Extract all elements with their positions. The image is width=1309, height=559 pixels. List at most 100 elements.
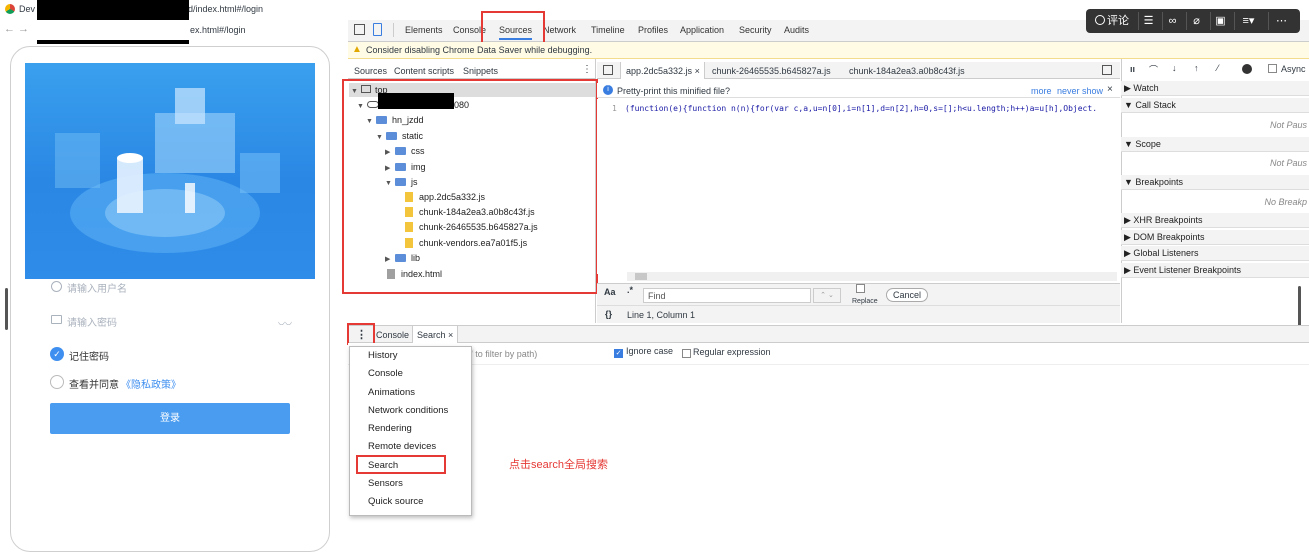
- menu-item-rendering[interactable]: Rendering: [368, 421, 412, 437]
- menu-item-sensors[interactable]: Sensors: [368, 476, 403, 492]
- comment-button[interactable]: 评论: [1090, 12, 1134, 30]
- section-watch[interactable]: ▶ Watch: [1121, 81, 1309, 96]
- pretty-print-icon[interactable]: {}: [605, 309, 612, 319]
- step-over-icon[interactable]: ⌒: [1149, 63, 1158, 76]
- notes-icon[interactable]: ☰: [1138, 12, 1158, 30]
- replace-checkbox[interactable]: [856, 284, 865, 293]
- nav-tab-snippets[interactable]: Snippets: [463, 66, 498, 76]
- menu-item-console[interactable]: Console: [368, 366, 403, 382]
- panel-resize-handle[interactable]: [1298, 286, 1301, 330]
- tab-elements[interactable]: Elements: [405, 25, 443, 35]
- deactivate-breakpoints-icon[interactable]: ⁄: [1217, 63, 1219, 73]
- close-icon[interactable]: ×: [695, 66, 700, 76]
- tree-folder-hn-jzdd[interactable]: ▼ hn_jzdd: [366, 113, 424, 127]
- section-global-listeners[interactable]: ▶ Global Listeners: [1121, 246, 1309, 261]
- menu-item-network-conditions[interactable]: Network conditions: [368, 403, 448, 419]
- close-icon[interactable]: ×: [1107, 84, 1113, 95]
- toggle-debugger-icon[interactable]: [1102, 65, 1112, 75]
- nav-more-icon[interactable]: ⋮: [582, 64, 592, 75]
- menu-item-remote-devices[interactable]: Remote devices: [368, 439, 436, 455]
- tab-profiles[interactable]: Profiles: [638, 25, 668, 35]
- eye-icon[interactable]: ◡◡: [278, 317, 292, 326]
- drawer-tab-console[interactable]: Console: [376, 330, 409, 340]
- section-scope[interactable]: ▼ Scope: [1121, 137, 1309, 152]
- find-input[interactable]: Find: [643, 288, 811, 303]
- tree-folder-css[interactable]: ▶ css: [385, 144, 425, 158]
- menu-item-history[interactable]: History: [368, 348, 398, 364]
- close-icon[interactable]: ×: [448, 330, 453, 340]
- regex-toggle[interactable]: .*: [627, 285, 633, 295]
- unlink-icon[interactable]: ⌀: [1186, 12, 1206, 30]
- floating-toolbar: 评论 ☰ ∞ ⌀ ▣ ≡▾ ⋯: [1086, 9, 1300, 33]
- nav-tab-content-scripts[interactable]: Content scripts: [394, 66, 454, 76]
- more-icon[interactable]: ⋯: [1268, 12, 1294, 30]
- match-case-toggle[interactable]: Aa: [604, 287, 616, 297]
- tree-folder-static[interactable]: ▼ static: [376, 129, 423, 143]
- find-nav-arrows[interactable]: ⌃ ⌄: [813, 288, 841, 303]
- find-cancel-button[interactable]: Cancel: [886, 288, 929, 302]
- async-checkbox[interactable]: [1268, 64, 1277, 73]
- drawer-menu-icon[interactable]: ⋮: [356, 328, 367, 341]
- tree-file[interactable]: chunk-184a2ea3.a0b8c43f.js: [405, 205, 535, 219]
- tree-folder-js[interactable]: ▼ js: [385, 175, 418, 189]
- tab-network[interactable]: Network: [543, 25, 576, 35]
- pause-icon[interactable]: ıı: [1130, 64, 1135, 74]
- tab-security[interactable]: Security: [739, 25, 772, 35]
- tab-sources[interactable]: Sources: [499, 25, 533, 40]
- step-into-icon[interactable]: ↓: [1172, 63, 1177, 73]
- editor-tab[interactable]: chunk-184a2ea3.a0b8c43f.js: [849, 66, 965, 76]
- section-breakpoints[interactable]: ▼ Breakpoints: [1121, 175, 1309, 190]
- section-xhr-breakpoints[interactable]: ▶ XHR Breakpoints: [1121, 213, 1309, 228]
- navigator-tabs: Sources Content scripts Snippets ⋮: [348, 62, 596, 79]
- inspect-icon[interactable]: [354, 24, 365, 35]
- code-editor[interactable]: 1 (function(e){function n(n){for(var c,a…: [597, 99, 1120, 281]
- menu-item-quick-source[interactable]: Quick source: [368, 494, 423, 510]
- section-event-listener-breakpoints[interactable]: ▶ Event Listener Breakpoints: [1121, 263, 1309, 278]
- password-input[interactable]: 请输入密码: [67, 314, 312, 336]
- tab-console[interactable]: Console: [453, 25, 486, 35]
- section-call-stack[interactable]: ▼ Call Stack: [1121, 98, 1309, 113]
- section-dom-breakpoints[interactable]: ▶ DOM Breakpoints: [1121, 230, 1309, 245]
- drawer-tab-search[interactable]: Search ×: [412, 326, 459, 343]
- tab-audits[interactable]: Audits: [784, 25, 809, 35]
- section-label: DOM Breakpoints: [1133, 232, 1205, 242]
- tree-file-index[interactable]: index.html: [387, 267, 442, 281]
- url-suffix[interactable]: ex.html#/login: [190, 25, 246, 35]
- drawer-context-menu: History Console Animations Network condi…: [349, 346, 472, 516]
- link-icon[interactable]: ∞: [1162, 12, 1182, 30]
- device-mode-icon[interactable]: [373, 23, 382, 36]
- resize-handle[interactable]: [5, 288, 8, 330]
- folder-icon: [395, 178, 406, 186]
- editor-tab[interactable]: chunk-26465535.b645827a.js: [712, 66, 831, 76]
- editor-tab-active[interactable]: app.2dc5a332.js ×: [620, 62, 705, 79]
- prettyprint-more-link[interactable]: more: [1031, 86, 1052, 96]
- tab-timeline[interactable]: Timeline: [591, 25, 625, 35]
- tree-folder-img[interactable]: ▶ img: [385, 160, 426, 174]
- regex-checkbox[interactable]: [682, 349, 691, 358]
- agree-checkbox[interactable]: [50, 375, 64, 389]
- horizontal-scrollbar[interactable]: [627, 272, 1117, 281]
- image-icon[interactable]: ▣: [1210, 12, 1230, 30]
- tree-file[interactable]: chunk-26465535.b645827a.js: [405, 220, 538, 234]
- privacy-link[interactable]: 《隐私政策》: [121, 376, 181, 391]
- tree-file[interactable]: app.2dc5a332.js: [405, 190, 485, 204]
- toggle-navigator-icon[interactable]: [603, 65, 613, 75]
- ignore-case-checkbox[interactable]: ✓: [614, 349, 623, 358]
- tree-folder-lib[interactable]: ▶ lib: [385, 251, 420, 265]
- menu-item-search[interactable]: Search: [368, 458, 398, 474]
- pause-on-exceptions-icon[interactable]: [1242, 64, 1252, 74]
- username-input[interactable]: 请输入用户名: [67, 280, 312, 302]
- back-icon[interactable]: ←: [4, 23, 15, 35]
- scrollbar-thumb[interactable]: [635, 273, 647, 280]
- tree-file[interactable]: chunk-vendors.ea7a01f5.js: [405, 236, 527, 250]
- divider: [393, 23, 394, 37]
- nav-tab-sources[interactable]: Sources: [354, 66, 387, 76]
- menu-item-animations[interactable]: Animations: [368, 385, 415, 401]
- prettyprint-never-link[interactable]: never show: [1057, 86, 1103, 96]
- forward-icon[interactable]: →: [18, 23, 29, 35]
- login-button[interactable]: 登录: [50, 403, 290, 434]
- remember-checkbox[interactable]: ✓: [50, 347, 64, 361]
- step-out-icon[interactable]: ↑: [1194, 63, 1199, 73]
- tab-application[interactable]: Application: [680, 25, 724, 35]
- format-icon[interactable]: ≡▾: [1234, 12, 1262, 30]
